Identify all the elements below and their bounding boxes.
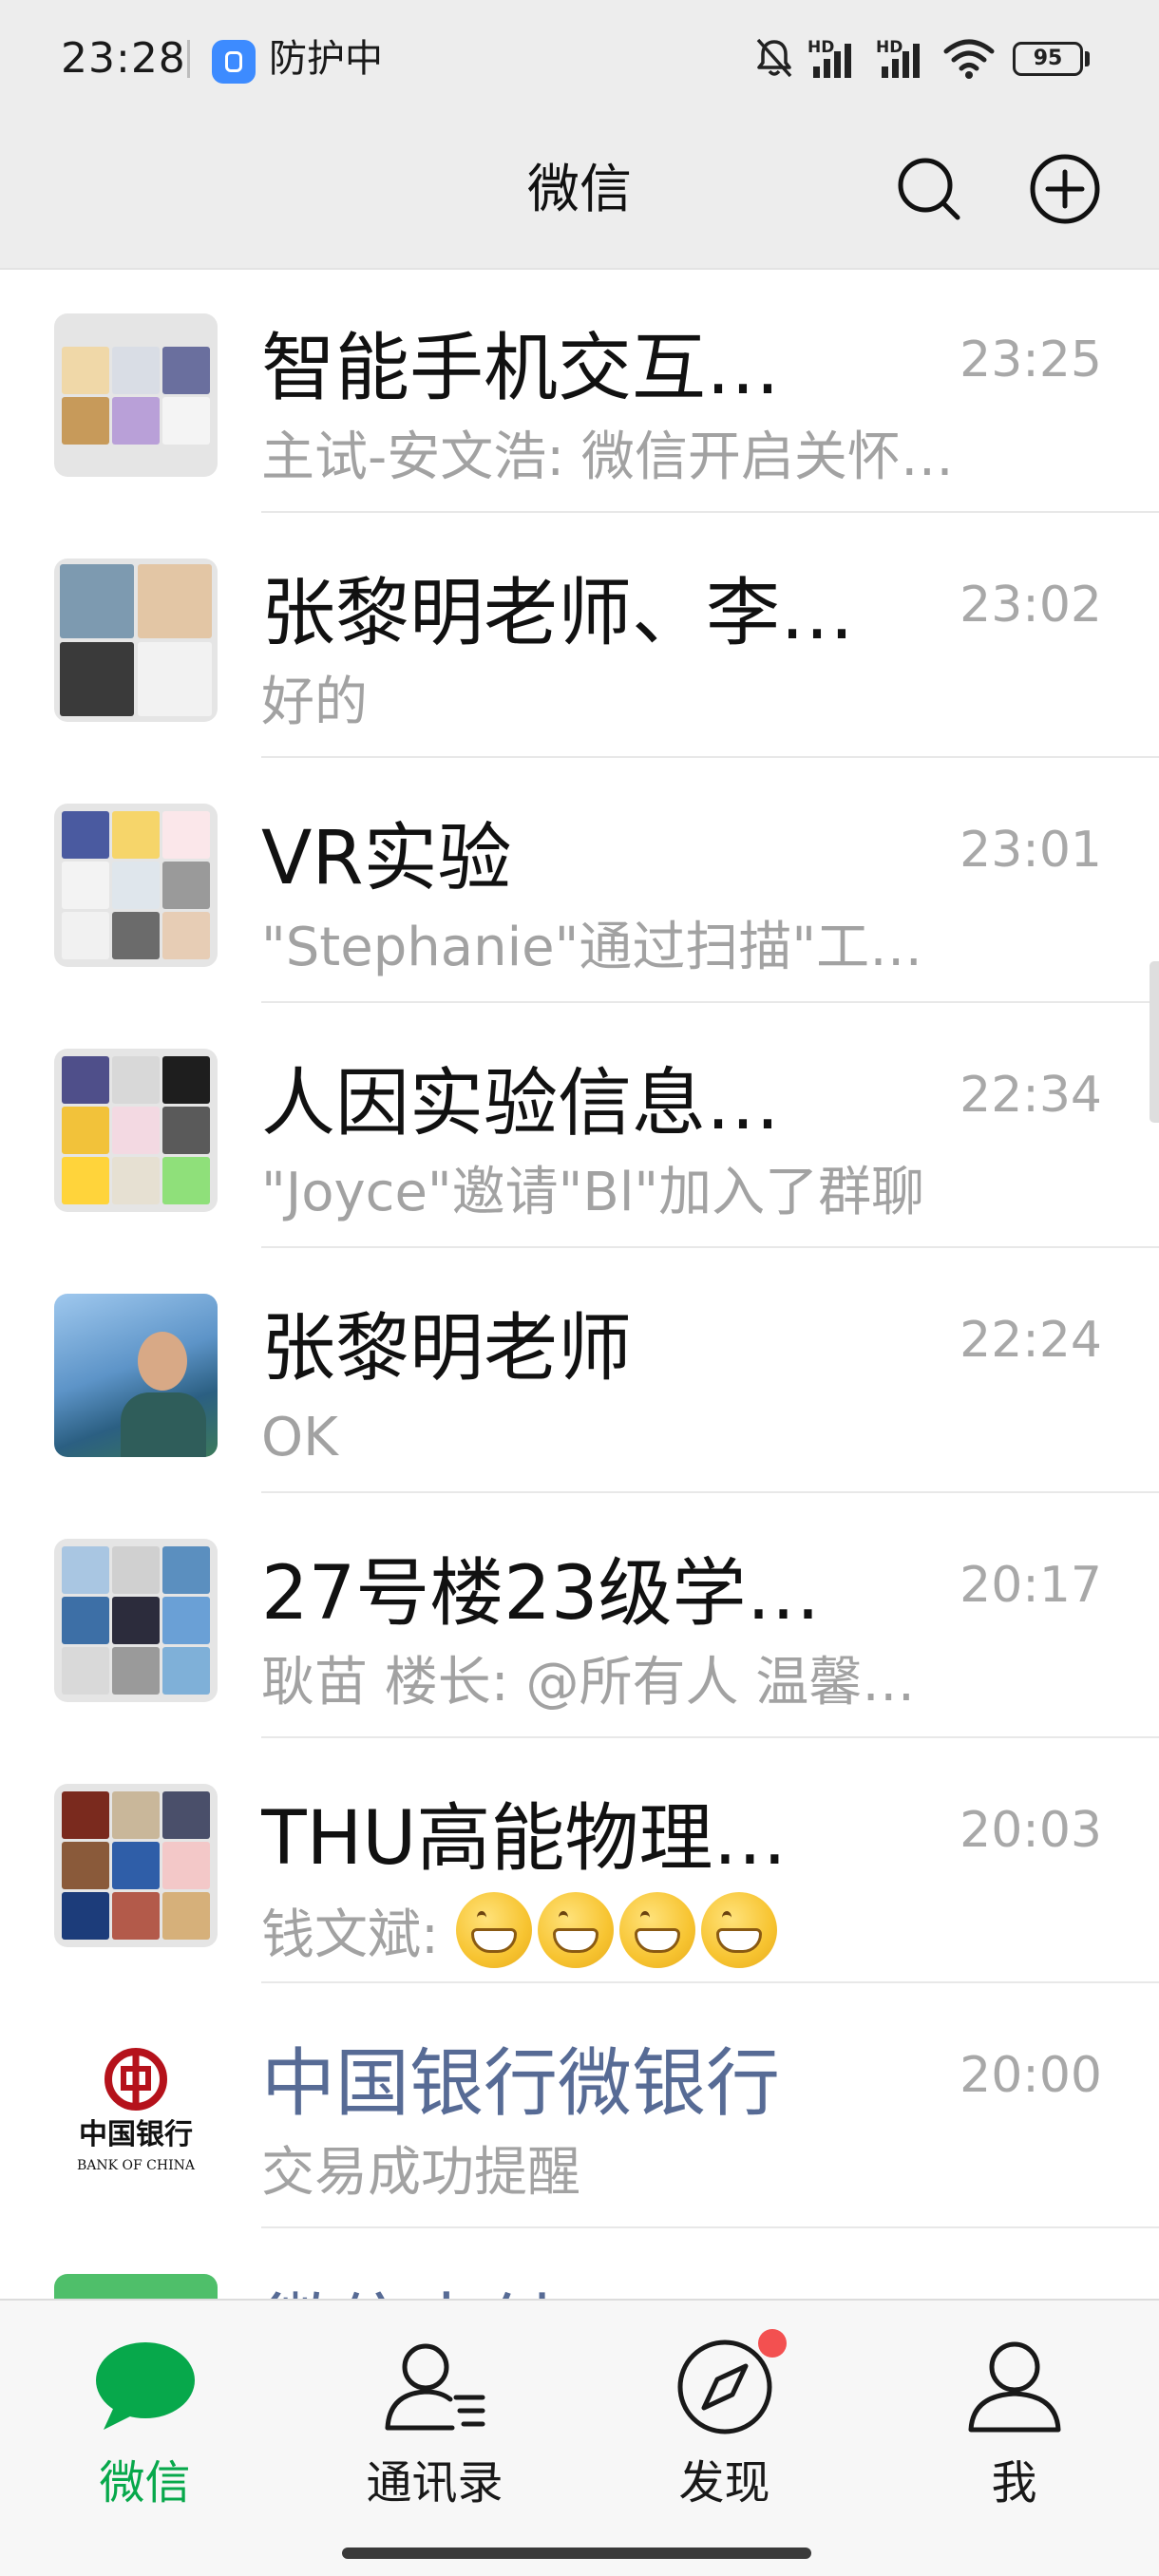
bank-name-cn: 中国银行 [79,2118,193,2151]
chat-row[interactable]: 智能手机交互… 23:25 主试-安文浩: 微信开启关怀… [0,268,1159,513]
wifi-icon [943,39,995,79]
tab-discover[interactable]: 发现 [580,2301,869,2529]
chat-title: 27号楼23级学… [261,1551,821,1637]
nav-bar: 微信 [0,119,1159,268]
grin-emoji-icon [700,1892,777,1968]
chat-preview: 耿苗 楼长: @所有人 温馨… [261,1652,916,1714]
battery-level: 95 [1033,47,1063,70]
chat-row[interactable]: 张黎明老师 22:24 OK [0,1248,1159,1493]
tab-bar: 微信 通讯录 发现 我 [0,2299,1159,2576]
chat-time: 20:03 [960,1802,1102,1859]
signal-icon-2 [882,44,920,78]
group-avatar [54,804,218,967]
group-avatar [54,1539,218,1702]
chat-row[interactable]: THU高能物理… 20:03 钱文斌: [0,1738,1159,1983]
mute-bell-icon [756,38,792,78]
grin-emoji-icon [537,1892,614,1968]
wechat-app: 23:28 防护中 HD HD 95 微信 智能手机交互… 23:25 主试-安… [0,0,1159,2576]
status-bar: 23:28 防护中 HD HD 95 [0,0,1159,119]
signal-icon [813,44,851,78]
bank-name-en: BANK OF CHINA [76,2158,195,2173]
plus-circle-icon [1030,154,1100,224]
chat-preview: "Stephanie"通过扫描"工… [261,917,923,978]
grin-emoji-icon [618,1892,695,1968]
chat-preview: 交易成功提醒 [261,2142,580,2204]
chat-list[interactable]: 智能手机交互… 23:25 主试-安文浩: 微信开启关怀… 张黎明老师、李… 2… [0,268,1159,2299]
chat-time: 20:00 [960,2287,1102,2299]
tab-label: 发现 [678,2456,770,2510]
chat-row[interactable]: 人因实验信息… 22:34 "Joyce"邀请"Bl"加入了群聊 [0,1003,1159,1248]
chat-time: 22:24 [960,1312,1102,1369]
chat-row[interactable]: 张黎明老师、李… 23:02 好的 [0,513,1159,758]
page-title: 微信 [526,159,632,219]
tab-me[interactable]: 我 [869,2301,1159,2529]
chat-preview: 好的 [261,672,368,733]
tab-label: 我 [991,2456,1037,2510]
chat-bubble-icon [95,2342,195,2430]
avatar-person-head [138,1332,187,1391]
tab-label: 微信 [99,2456,191,2510]
chat-time: 20:00 [960,2047,1102,2104]
tab-label: 通讯录 [366,2456,504,2510]
bank-of-china-avatar: 中国银行 BANK OF CHINA [54,2029,218,2192]
group-avatar [54,1049,218,1212]
chat-row[interactable]: VR实验 23:01 "Stephanie"通过扫描"工… [0,758,1159,1003]
chat-time: 22:34 [960,1067,1102,1124]
add-button[interactable] [1023,147,1107,231]
chat-time: 20:17 [960,1557,1102,1614]
chat-row[interactable]: 27号楼23级学… 20:17 耿苗 楼长: @所有人 温馨… [0,1493,1159,1738]
discover-badge-dot [758,2329,787,2358]
home-indicator[interactable] [342,2548,811,2559]
chat-row[interactable]: 微信支付 20:00 [0,2228,1159,2299]
chat-time: 23:01 [960,822,1102,879]
chat-preview: 主试-安文浩: 微信开启关怀… [261,426,954,488]
search-icon [898,158,960,220]
chat-preview: OK [261,1407,338,1468]
contacts-icon [385,2343,484,2431]
chat-title: 张黎明老师 [261,1306,633,1392]
scroll-indicator[interactable] [1150,961,1159,1123]
chat-title: VR实验 [261,816,512,901]
tab-chats[interactable]: 微信 [0,2301,290,2529]
chat-title: THU高能物理… [261,1796,788,1882]
chat-title: 微信支付 [261,2282,888,2299]
group-avatar [54,1784,218,1947]
chat-title: 中国银行微银行 [261,2041,781,2127]
status-divider [187,40,190,78]
battery-icon: 95 [1013,42,1083,76]
chat-title: 智能手机交互… [261,326,781,411]
grin-emoji-icon [455,1892,532,1968]
chat-row[interactable]: 中国银行 BANK OF CHINA 中国银行微银行 20:00 交易成功提醒 [0,1983,1159,2228]
bank-of-china-logo-icon [104,2048,167,2111]
chat-time: 23:02 [960,577,1102,634]
wechat-pay-avatar [54,2274,218,2299]
chat-title: 人因实验信息… [261,1061,781,1146]
status-time: 23:28 [61,34,186,83]
chat-time: 23:25 [960,331,1102,388]
group-avatar [54,559,218,722]
contact-avatar [54,1294,218,1457]
chat-title: 张黎明老师、李… [261,571,855,656]
preview-sender: 钱文斌: [261,1904,456,1966]
avatar-person-body [121,1392,206,1457]
status-protection-label: 防护中 [269,37,383,81]
tab-contacts[interactable]: 通讯录 [290,2301,580,2529]
search-button[interactable] [887,147,971,231]
battery-tip [1085,51,1090,66]
chat-preview: 钱文斌: [261,1892,1097,1972]
person-icon [968,2341,1060,2433]
chat-preview: "Joyce"邀请"Bl"加入了群聊 [261,1162,925,1223]
status-icons: HD HD 95 [722,0,1159,119]
group-avatar [54,313,218,477]
protection-app-icon [212,40,256,84]
